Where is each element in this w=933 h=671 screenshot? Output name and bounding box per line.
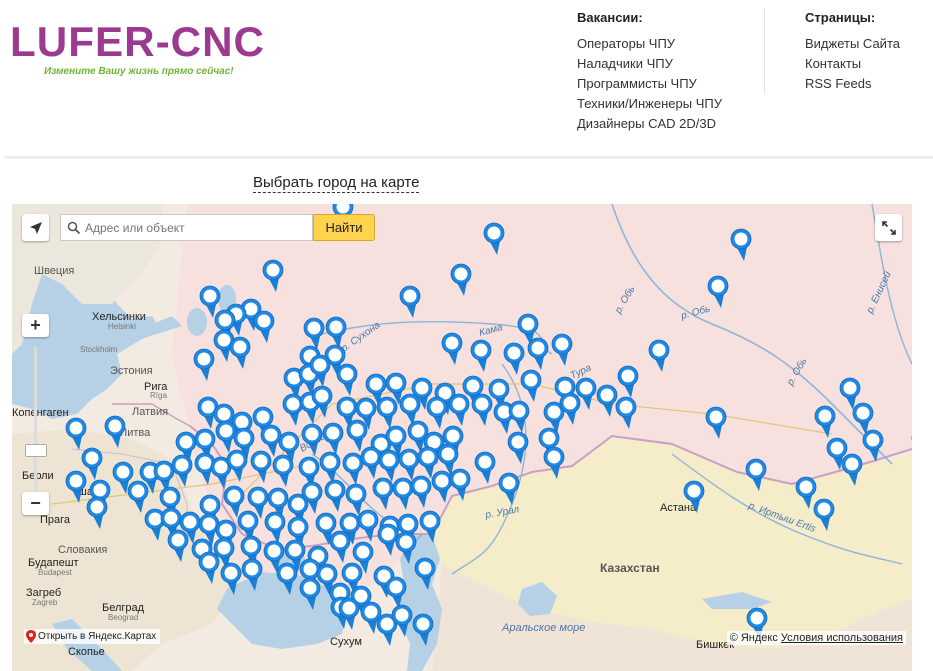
open-in-yandex-label: Открыть в Яндекс.Картах: [38, 631, 157, 642]
zoom-slider-track[interactable]: [34, 347, 37, 497]
nav-link-widgets[interactable]: Виджеты Сайта: [805, 34, 900, 54]
search-icon: [67, 221, 81, 234]
nav-vacancies: Вакансии: Операторы ЧПУ Наладчики ЧПУ Пр…: [577, 8, 722, 134]
header-divider: [4, 156, 933, 159]
logo-wordmark: LUFER-CNC: [10, 18, 265, 65]
zoom-out-button[interactable]: −: [22, 492, 49, 515]
lake-ladoga: [187, 308, 207, 336]
label-belgrade-local: Beograd: [108, 613, 138, 622]
nav-pages-title: Страницы:: [805, 10, 876, 25]
logo-graphic: LUFER-CNC Измените Вашу жизнь прямо сейч…: [10, 18, 265, 77]
terms-of-use-link[interactable]: Условия использования: [781, 632, 903, 644]
fullscreen-button[interactable]: [875, 214, 902, 241]
map-canvas[interactable]: Швеция Хельсинки Helsinki Stockholm Эсто…: [12, 204, 912, 671]
label-latvia: Латвия: [132, 406, 168, 418]
nav-link-engineers[interactable]: Техники/Инженеры ЧПУ: [577, 94, 722, 114]
nav-link-operators[interactable]: Операторы ЧПУ: [577, 34, 722, 54]
expand-icon: [881, 220, 896, 235]
label-slovakia: Словакия: [58, 544, 107, 556]
label-zagreb-local: Zagreb: [32, 598, 58, 607]
map-widget[interactable]: Швеция Хельсинки Helsinki Stockholm Эсто…: [12, 204, 912, 671]
map-copyright: © Яндекс Условия использования: [726, 631, 906, 645]
copyright-text: © Яндекс: [729, 632, 778, 644]
label-sweden: Швеция: [34, 265, 74, 277]
label-copenhagen: Копенгаген: [12, 407, 69, 419]
logo-tagline: Измените Вашу жизнь прямо сейчас!: [44, 66, 234, 77]
label-astana: Астана: [660, 502, 697, 514]
site-logo[interactable]: LUFER-CNC Измените Вашу жизнь прямо сейч…: [10, 14, 270, 84]
label-berlin: Берли: [22, 470, 54, 482]
label-kazakhstan: Казахстан: [600, 561, 660, 575]
geolocation-button[interactable]: [22, 214, 49, 241]
label-estonia: Эстония: [110, 365, 153, 377]
open-in-yandex-link[interactable]: Открыть в Яндекс.Картах: [24, 629, 161, 644]
nav-link-setup[interactable]: Наладчики ЧПУ: [577, 54, 722, 74]
zoom-slider-handle[interactable]: [25, 444, 47, 457]
nav-link-contacts[interactable]: Контакты: [805, 54, 900, 74]
label-helsinki-local: Helsinki: [108, 322, 136, 331]
map-find-button[interactable]: Найти: [313, 214, 375, 241]
label-aral: Аральское море: [501, 622, 585, 634]
label-stockholm: Stockholm: [80, 345, 118, 354]
nav-pages: Страницы: Виджеты Сайта Контакты RSS Fee…: [805, 8, 900, 94]
nav-vacancies-title: Вакансии:: [577, 10, 643, 25]
location-arrow-icon: [29, 221, 42, 234]
nav-link-rss[interactable]: RSS Feeds: [805, 74, 900, 94]
map-search-input[interactable]: [83, 220, 305, 235]
map-marker-icon: [26, 630, 36, 643]
label-prague: Прага: [40, 514, 71, 526]
choose-city-link[interactable]: Выбрать город на карте: [253, 174, 420, 193]
nav-link-programmers[interactable]: Программисты ЧПУ: [577, 74, 722, 94]
nav-link-designers[interactable]: Дизайнеры CAD 2D/3D: [577, 114, 722, 134]
label-sukhum: Сухум: [330, 636, 362, 648]
label-riga-local: Rīga: [150, 391, 167, 400]
label-skopje: Скопье: [68, 646, 105, 658]
zoom-in-button[interactable]: +: [22, 314, 49, 337]
nav-divider: [764, 8, 765, 94]
label-budapest-local: Budapest: [38, 568, 73, 577]
map-search-box[interactable]: [60, 214, 313, 241]
